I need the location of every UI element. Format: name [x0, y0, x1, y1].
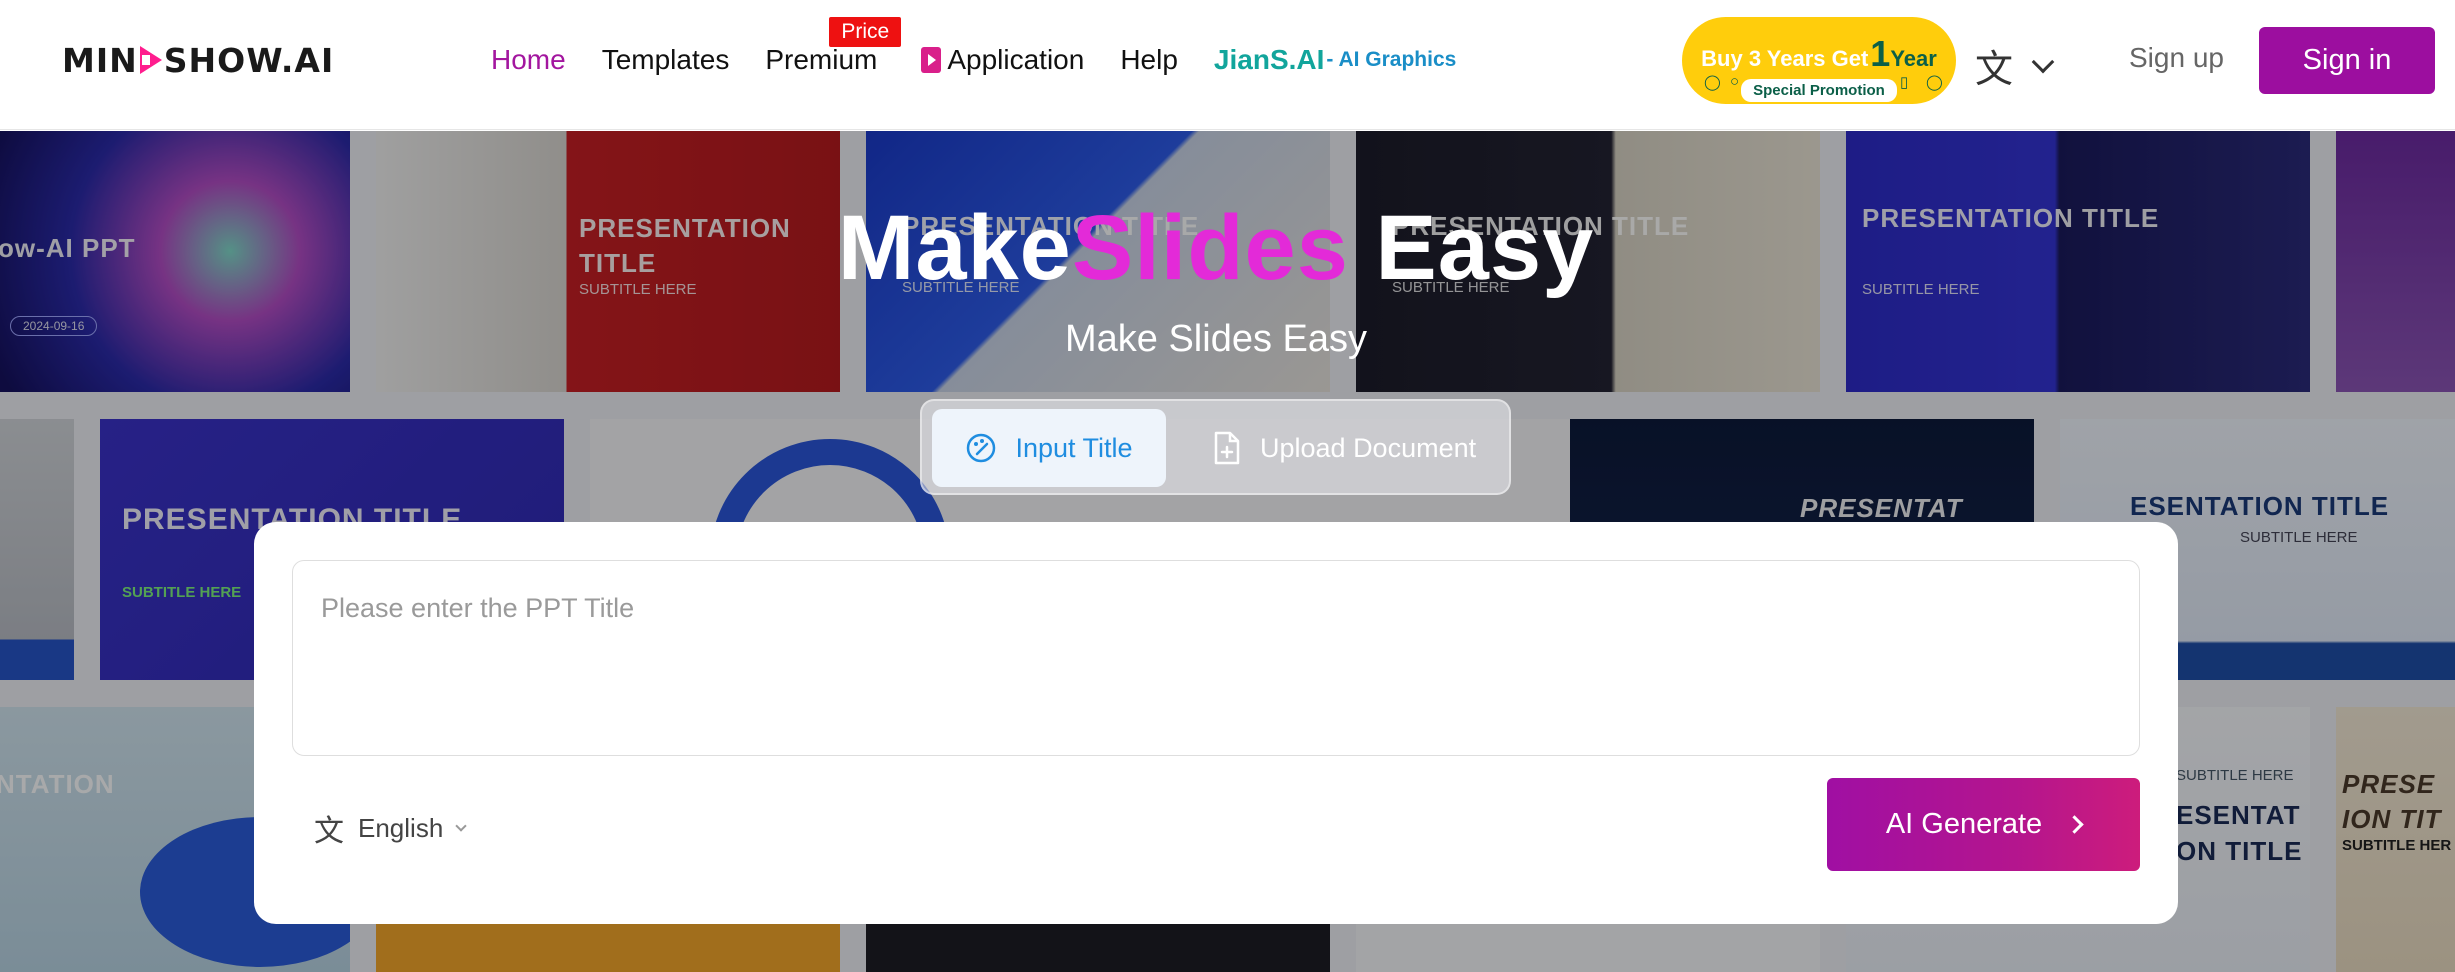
- chevron-down-icon: [455, 820, 467, 832]
- nav-help[interactable]: Help: [1120, 44, 1178, 76]
- promo-prefix: Buy 3 Years Get: [1701, 46, 1869, 71]
- promo-tag: Special Promotion: [1741, 79, 1897, 102]
- ticket-icon: ▯: [1900, 74, 1909, 91]
- nav-home[interactable]: Home: [491, 44, 566, 76]
- language-switcher[interactable]: 文: [1975, 38, 2055, 93]
- main-nav: Home Templates Premium Price Application…: [491, 17, 1492, 80]
- price-badge: Price: [829, 17, 902, 47]
- nav-premium[interactable]: Premium Price: [765, 17, 902, 76]
- ai-graphics-label: - AI Graphics: [1326, 48, 1457, 71]
- translate-icon: 文: [314, 815, 344, 848]
- tab-input-title[interactable]: Input Title: [932, 409, 1166, 487]
- gift-icon: ◯: [1704, 74, 1721, 91]
- promo-suffix: Year: [1890, 46, 1937, 71]
- bulb-icon: ○: [1730, 73, 1740, 90]
- promotion-banner[interactable]: Buy 3 Years Get 1 Year Special Promotion…: [1682, 17, 1956, 104]
- tab-upload-document[interactable]: Upload Document: [1212, 409, 1502, 487]
- ai-generate-label: AI Generate: [1885, 808, 2043, 840]
- language-select-value: English: [358, 812, 444, 843]
- tab-upload-document-label: Upload Document: [1260, 432, 1477, 463]
- hero-title-easy: Easy: [1375, 197, 1595, 299]
- ai-generate-button[interactable]: AI Generate: [1827, 778, 2140, 871]
- palette-icon: [967, 433, 996, 463]
- application-icon: [921, 47, 942, 73]
- nav-application[interactable]: Application: [921, 44, 1084, 76]
- tab-input-title-label: Input Title: [1015, 432, 1133, 463]
- mode-tabs: Input Title Upload Document: [920, 399, 1511, 495]
- sign-up-link[interactable]: Sign up: [2129, 42, 2224, 74]
- gift-icon-right: ◯: [1926, 74, 1943, 91]
- hero-title: MakeSlides Easy: [0, 196, 2432, 301]
- nav-premium-label: Premium: [765, 44, 878, 75]
- title-input-container: [292, 560, 2140, 756]
- promo-number: 1: [1870, 33, 1891, 74]
- nav-jians-ai[interactable]: JianS.AI - AI Graphics: [1214, 44, 1456, 76]
- mindshow-logo[interactable]: MIN SHOW.AI: [62, 38, 334, 82]
- nav-application-label: Application: [947, 44, 1085, 75]
- generator-card: 文 English AI Generate: [254, 522, 2178, 924]
- hero-title-slides: Slides: [1071, 197, 1349, 299]
- sign-in-button[interactable]: Sign in: [2259, 27, 2435, 94]
- ppt-title-input[interactable]: [293, 561, 2139, 755]
- hero-title-make: Make: [837, 197, 1072, 299]
- chevron-down-icon: [2031, 50, 2055, 73]
- hero-subtitle: Make Slides Easy: [1064, 318, 1367, 360]
- translate-icon: 文: [1975, 49, 2014, 91]
- logo-play-icon: [139, 46, 162, 74]
- top-header: MIN SHOW.AI Home Templates Premium Price …: [0, 0, 2455, 130]
- language-select[interactable]: 文 English: [314, 806, 467, 850]
- jians-ai-label: JianS.AI: [1213, 44, 1325, 75]
- nav-templates[interactable]: Templates: [602, 44, 730, 76]
- document-add-icon: [1214, 431, 1240, 465]
- chevron-right-icon: [2065, 815, 2084, 834]
